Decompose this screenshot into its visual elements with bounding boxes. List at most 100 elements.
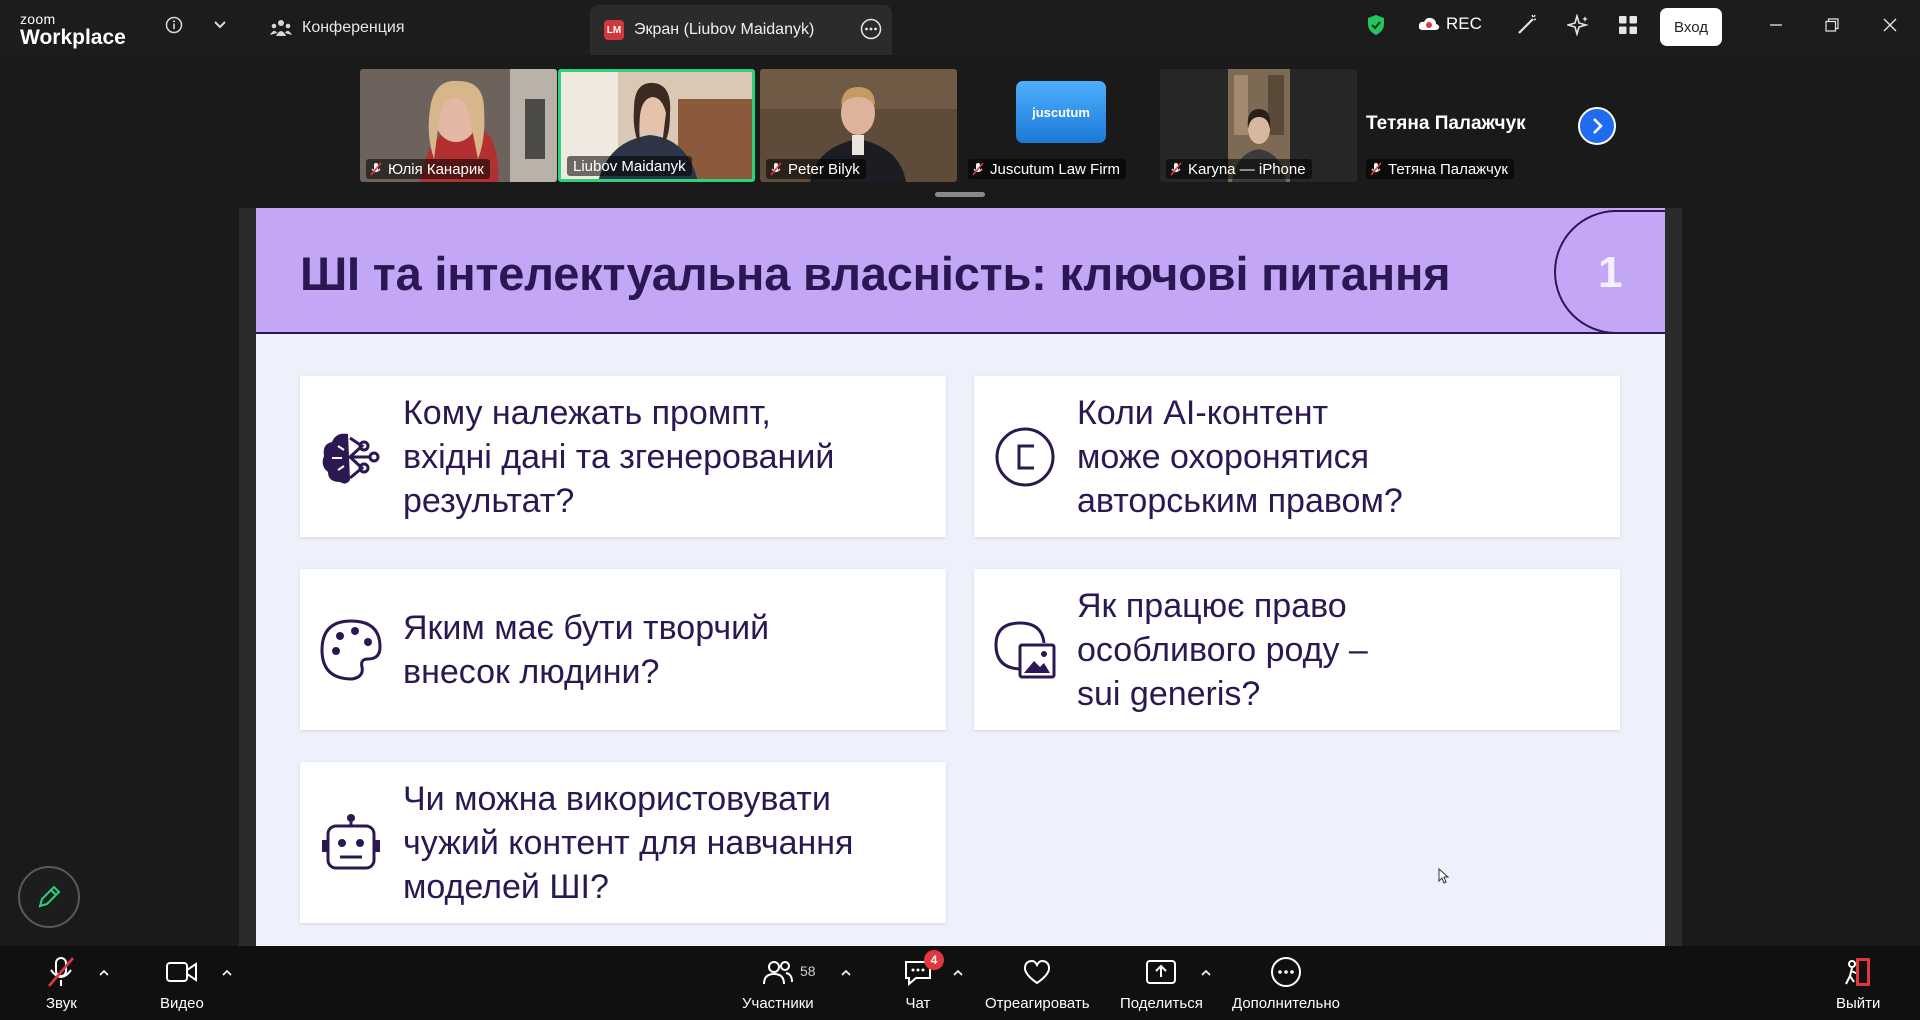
mic-muted-icon [370, 162, 382, 176]
question-card: Кому належать промпт, вхідні дані та зге… [300, 376, 946, 537]
security-shield-icon[interactable] [1364, 13, 1388, 37]
tab-conference[interactable]: Конференция [270, 12, 405, 44]
copyright-icon [992, 424, 1058, 490]
zoom-logo: zoom Workplace [20, 12, 126, 48]
share-button[interactable]: Поделиться [1120, 956, 1203, 1012]
participants-label: Участники [742, 995, 814, 1012]
leave-button[interactable]: Выйти [1836, 956, 1880, 1012]
question-text: Чи можна використовувати чужий контент д… [403, 777, 926, 909]
meeting-info-icon[interactable] [162, 13, 186, 37]
people-icon [270, 20, 292, 36]
participant-name-tag: Juscutum Law Firm [968, 159, 1127, 179]
mic-muted-icon [46, 956, 76, 988]
participant-name-tag: Karyna — iPhone [1166, 159, 1312, 179]
login-button[interactable]: Вход [1660, 8, 1722, 46]
question-line: результат? [403, 481, 575, 520]
video-label: Видео [160, 995, 204, 1012]
more-button[interactable]: Дополнительно [1232, 956, 1340, 1012]
question-line: чужий контент для навчання [403, 823, 854, 862]
mouse-cursor-icon [1438, 868, 1450, 884]
participant-name: Peter Bilyk [788, 160, 860, 178]
restore-icon[interactable] [1820, 13, 1844, 37]
more-label: Дополнительно [1232, 995, 1340, 1012]
image-shapes-icon [992, 617, 1058, 683]
participants-options-caret-icon[interactable] [840, 968, 852, 978]
share-options-caret-icon[interactable] [1200, 968, 1212, 978]
chat-unread-badge: 4 [924, 950, 944, 970]
participant-name: Karyna — iPhone [1188, 160, 1306, 178]
question-line: внесок людини? [403, 652, 660, 691]
question-line: Чи можна використовувати [403, 779, 831, 818]
next-page-button[interactable] [1578, 107, 1616, 145]
question-card: Яким має бути творчий внесок людини? [300, 569, 946, 730]
mic-muted-icon [1170, 162, 1182, 176]
question-line: моделей ШІ? [403, 867, 609, 906]
apps-grid-icon[interactable] [1616, 13, 1640, 37]
question-card: Коли AI-контент може охоронятися авторсь… [974, 376, 1620, 537]
logo-line2: Workplace [20, 26, 126, 49]
participant-logo: juscutum [1016, 81, 1106, 143]
audio-options-caret-icon[interactable] [98, 968, 110, 978]
participant-tile[interactable]: juscutum Juscutum Law Firm [962, 69, 1159, 182]
question-card: Чи можна використовувати чужий контент д… [300, 762, 946, 923]
participant-tile[interactable]: Peter Bilyk [760, 69, 957, 182]
more-options-icon[interactable] [860, 18, 882, 45]
participant-name: Liubov Maidanyk [573, 157, 686, 175]
react-label: Отреагировать [985, 995, 1090, 1012]
chat-icon: 4 [902, 950, 944, 988]
slide-title: ШІ та інтелектуальна власність: ключові … [300, 247, 1451, 300]
participant-name: Тетяна Палажчук [1388, 160, 1508, 178]
chevron-right-icon [1593, 118, 1603, 134]
share-screen-icon [1145, 956, 1177, 988]
audio-label: Звук [46, 995, 77, 1012]
question-text: Кому належать промпт, вхідні дані та зге… [403, 391, 926, 523]
chevron-down-icon[interactable] [208, 13, 232, 37]
chat-options-caret-icon[interactable] [952, 968, 964, 978]
question-line: Кому належать промпт, [403, 393, 771, 432]
annotate-pencil-button[interactable] [18, 866, 80, 928]
mic-muted-icon [972, 162, 984, 176]
slide-header: ШІ та інтелектуальна власність: ключові … [256, 208, 1665, 334]
slide-number: 1 [1598, 248, 1623, 297]
leave-label: Выйти [1836, 995, 1881, 1012]
participant-name-tag: Peter Bilyk [766, 159, 866, 179]
question-line: може охоронятися [1077, 437, 1370, 476]
exit-door-icon [1842, 956, 1874, 988]
question-card: Як працює право особливого роду – sui ge… [974, 569, 1620, 730]
audio-button[interactable]: Звук [46, 956, 77, 1012]
mic-muted-icon [770, 162, 782, 176]
participant-name-tag: Liubov Maidanyk [567, 156, 692, 176]
minimize-icon[interactable] [1764, 13, 1788, 37]
question-line: особливого роду – [1077, 630, 1368, 669]
annotate-wand-icon[interactable] [1515, 13, 1539, 37]
react-button[interactable]: Отреагировать [985, 956, 1090, 1012]
question-line: sui generis? [1077, 674, 1261, 713]
question-text: Як працює право особливого роду – sui ge… [1077, 584, 1600, 716]
participant-tile[interactable]: Karyna — iPhone [1160, 69, 1357, 182]
heart-icon [1022, 956, 1052, 988]
chat-button[interactable]: 4 Чат [902, 950, 944, 1012]
video-camera-icon [165, 956, 199, 988]
strip-resize-handle[interactable] [935, 192, 985, 197]
mic-muted-icon [1370, 162, 1382, 176]
participant-display-name: Тетяна Палажчук [1366, 113, 1526, 134]
participants-icon [762, 956, 794, 988]
participant-tile[interactable]: Юлія Канарик [360, 69, 557, 182]
tab-screen-share[interactable]: LM Экран (Liubov Maidanyk) [590, 5, 892, 55]
record-button[interactable]: REC [1418, 14, 1482, 34]
question-line: Як працює право [1077, 586, 1347, 625]
video-options-caret-icon[interactable] [221, 968, 233, 978]
presenter-avatar: LM [604, 20, 624, 40]
participant-tile-active[interactable]: Liubov Maidanyk [558, 69, 755, 182]
question-line: авторським правом? [1077, 481, 1403, 520]
ai-companion-icon[interactable] [1566, 13, 1590, 37]
meeting-controls: Звук Видео Участники 58 4 Чат Отреагиров… [0, 946, 1920, 1020]
title-bar: zoom Workplace Конференция LM Экран (Liu… [0, 0, 1920, 55]
question-text: Яким має бути творчий внесок людини? [403, 606, 926, 694]
cloud-record-icon [1418, 17, 1440, 30]
presentation-slide: ШІ та інтелектуальна власність: ключові … [256, 208, 1665, 946]
close-icon[interactable] [1878, 13, 1902, 37]
robot-icon [318, 810, 384, 876]
rec-label: REC [1446, 14, 1482, 33]
video-button[interactable]: Видео [160, 956, 204, 1012]
